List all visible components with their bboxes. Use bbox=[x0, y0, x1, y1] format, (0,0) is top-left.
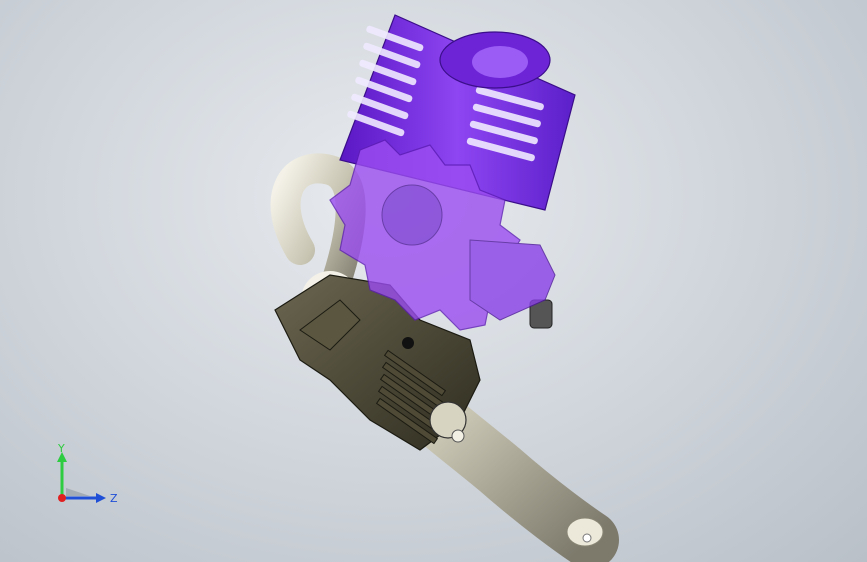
z-axis-label: Z bbox=[110, 492, 118, 505]
y-axis-label: Y bbox=[57, 442, 65, 455]
x-axis bbox=[58, 494, 66, 502]
graphics-viewport[interactable]: Y Z bbox=[0, 0, 867, 562]
engine-model[interactable] bbox=[0, 0, 867, 562]
orientation-triad: Y Z bbox=[57, 442, 118, 505]
